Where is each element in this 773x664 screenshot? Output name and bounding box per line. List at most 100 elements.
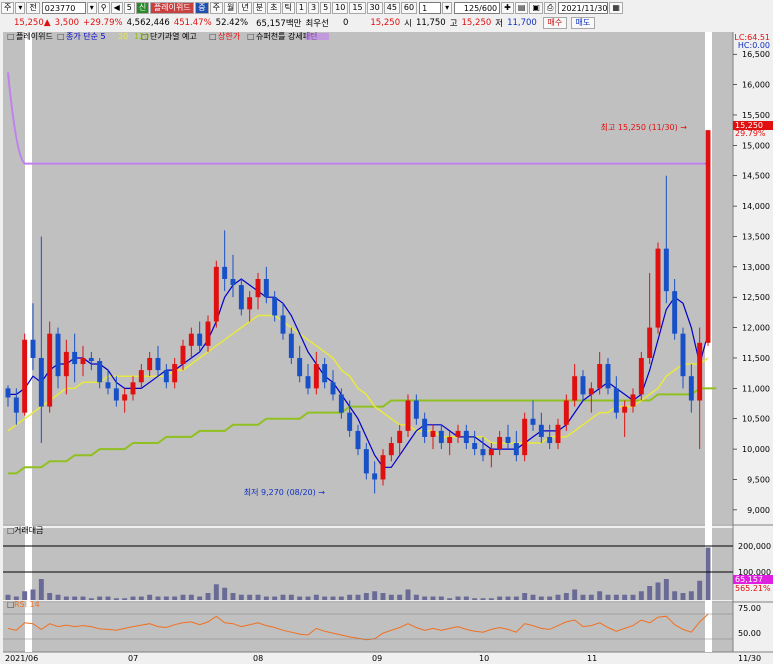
candle-down bbox=[38, 357, 44, 407]
price-axis-tick: 15,000 bbox=[742, 141, 770, 150]
volume-bar bbox=[138, 596, 144, 600]
high-label: 고 bbox=[449, 18, 458, 29]
volume-bar bbox=[480, 598, 486, 600]
price-axis-tick: 13,000 bbox=[742, 263, 770, 272]
current-pct-text: 29.79% bbox=[735, 129, 766, 138]
legend-collapse-icon[interactable]: □ bbox=[141, 32, 149, 41]
volume-value-text: 65,157 bbox=[735, 575, 763, 584]
interval-10-button[interactable]: 10 bbox=[332, 1, 349, 14]
chart-icon[interactable]: ▤ bbox=[514, 1, 529, 14]
mode-badge[interactable]: 중 bbox=[195, 1, 209, 14]
stock-code-input[interactable]: 023770 bbox=[41, 1, 86, 14]
type-select[interactable]: 전 bbox=[26, 1, 40, 14]
sell-button[interactable]: 매도 bbox=[570, 16, 595, 29]
market-select[interactable]: 주 bbox=[1, 1, 15, 14]
x-tick: 08 bbox=[253, 654, 263, 663]
dropdown-arrow-icon[interactable]: ▾ bbox=[15, 1, 26, 14]
candle-down bbox=[263, 279, 269, 298]
candle-down bbox=[413, 400, 419, 419]
volume-bar bbox=[663, 579, 669, 600]
legend-collapse-icon[interactable]: □ bbox=[7, 32, 15, 41]
volume-bar bbox=[30, 589, 36, 600]
interval-60-button[interactable]: 60 bbox=[400, 1, 418, 14]
volume-bar bbox=[463, 596, 469, 600]
price-axis-tick: 14,500 bbox=[742, 172, 770, 181]
period-minute-button[interactable]: 분 bbox=[252, 1, 267, 14]
volume-bar bbox=[22, 591, 28, 600]
volume-bar bbox=[222, 587, 228, 600]
volume-bar bbox=[97, 596, 103, 600]
volume-bar bbox=[80, 596, 86, 600]
x-tick: 09 bbox=[372, 654, 382, 663]
period-year-button[interactable]: 년 bbox=[238, 1, 252, 14]
print-icon[interactable]: ⎙ bbox=[543, 1, 557, 14]
interval-input[interactable]: 1 bbox=[419, 1, 442, 14]
legend-collapse-icon[interactable]: □ bbox=[57, 32, 65, 41]
date-input[interactable]: 2021/11/30 bbox=[558, 1, 609, 14]
period-week-button[interactable]: 주 bbox=[209, 1, 224, 14]
volume-bar bbox=[622, 594, 628, 600]
candle-up bbox=[638, 357, 644, 395]
interval-15-button[interactable]: 15 bbox=[349, 1, 366, 14]
candle-down bbox=[55, 333, 61, 377]
buy-button[interactable]: 매수 bbox=[542, 16, 567, 29]
interval-1-button[interactable]: 1 bbox=[295, 1, 307, 14]
candle-up bbox=[430, 430, 436, 437]
dropdown-arrow-icon[interactable]: ▾ bbox=[86, 1, 97, 14]
volume-bar bbox=[572, 589, 578, 600]
volume-bar bbox=[197, 596, 203, 600]
candle-up bbox=[255, 279, 261, 298]
legend-collapse-icon[interactable]: □ bbox=[247, 32, 255, 41]
amount-text: 65,157백만 bbox=[256, 18, 302, 29]
max-annotation: 최고 15,250 (11/30) → bbox=[601, 122, 688, 132]
candle-down bbox=[347, 412, 353, 431]
candle-up bbox=[247, 297, 253, 310]
legend-purple-swatch bbox=[305, 33, 329, 40]
stock-name[interactable]: 플레이위드 bbox=[150, 1, 195, 14]
candle-down bbox=[113, 388, 119, 401]
candle-down bbox=[672, 291, 678, 334]
candle-down bbox=[472, 443, 478, 450]
candle-up bbox=[705, 130, 711, 343]
period-month-button[interactable]: 월 bbox=[224, 1, 238, 14]
volume-bar bbox=[113, 598, 119, 600]
overlay-icon[interactable]: ✚ bbox=[501, 1, 514, 14]
volume-bar bbox=[522, 593, 528, 600]
candle-down bbox=[163, 370, 169, 383]
volume-bar bbox=[405, 589, 411, 600]
volume-bar bbox=[347, 594, 353, 600]
calendar-icon[interactable]: ▦ bbox=[609, 1, 623, 14]
volume-bar bbox=[330, 596, 336, 600]
dropdown-arrow-icon[interactable]: ▾ bbox=[442, 1, 453, 14]
interval-3-button[interactable]: 3 bbox=[307, 1, 320, 14]
candle-down bbox=[513, 443, 519, 456]
current-price-text: 15,250 bbox=[370, 17, 401, 28]
period-tick-button[interactable]: 틱 bbox=[281, 1, 295, 14]
legend-collapse-icon[interactable]: □ bbox=[209, 32, 217, 41]
interval-5-button[interactable]: 5 bbox=[320, 1, 332, 14]
speaker-icon[interactable]: ◀ bbox=[110, 1, 123, 14]
candle-up bbox=[172, 364, 178, 383]
volume-bar bbox=[505, 596, 511, 600]
candle-down bbox=[155, 357, 161, 371]
volume-bar bbox=[238, 594, 244, 600]
volume-panel bbox=[3, 528, 733, 600]
volume-bar bbox=[680, 593, 686, 600]
candle-down bbox=[547, 436, 553, 444]
count-input[interactable]: 125/600 bbox=[454, 1, 501, 14]
interval-30-button[interactable]: 30 bbox=[366, 1, 383, 14]
interval-45-button[interactable]: 45 bbox=[383, 1, 400, 14]
sound-count[interactable]: 5 bbox=[123, 1, 135, 14]
chart-area[interactable]: 9,000 9,500 10,000 10,500 11,000 11,500 12,000… bbox=[0, 30, 773, 664]
volume-bar bbox=[697, 580, 703, 600]
volume-bar bbox=[380, 593, 386, 600]
toolbar-row-1: 주 ▾ 전 023770 ▾ ⚲ ◀ 5 신 플레이위드 중 주 월 년 분 초… bbox=[0, 0, 773, 16]
save-icon[interactable]: ▣ bbox=[529, 1, 543, 14]
volume-bar bbox=[455, 596, 461, 600]
volume-bar bbox=[63, 596, 69, 600]
volume-bar bbox=[38, 579, 44, 600]
period-second-button[interactable]: 초 bbox=[267, 1, 281, 14]
price-axis-tick: 15,500 bbox=[742, 111, 770, 120]
search-icon[interactable]: ⚲ bbox=[97, 1, 110, 14]
volume-bar bbox=[280, 594, 286, 600]
